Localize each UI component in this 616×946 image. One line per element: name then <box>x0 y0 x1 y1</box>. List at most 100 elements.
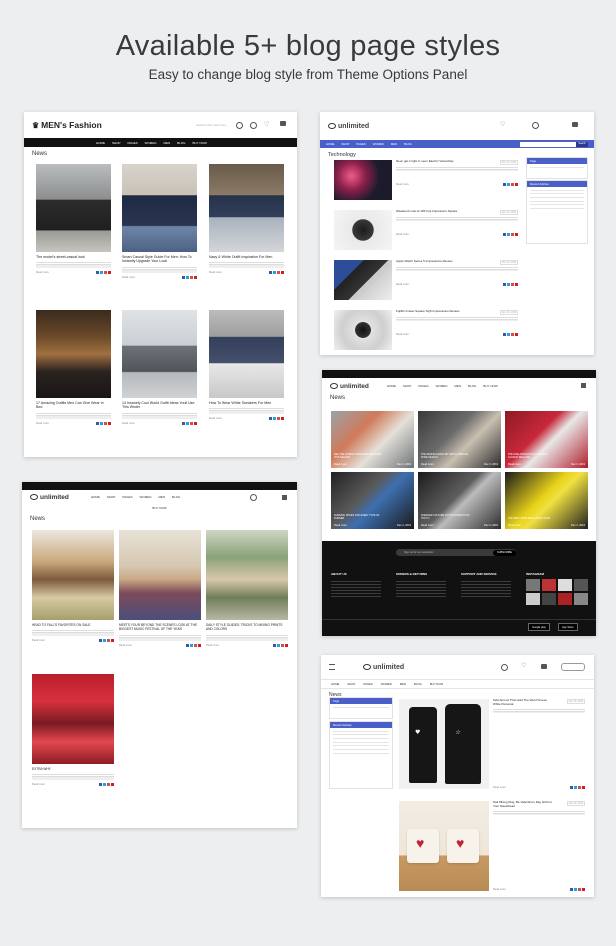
nav-item[interactable]: BLOG <box>404 142 412 146</box>
nav-item[interactable]: MEN <box>391 142 397 146</box>
post-title[interactable]: MEETS YOUR BEYOND THE SCENES LOOK AT THE… <box>119 623 201 632</box>
site-logo[interactable]: unlimited <box>328 123 369 130</box>
post-image[interactable] <box>122 310 197 398</box>
read-more-link[interactable]: Read more <box>421 463 434 466</box>
nav-women[interactable]: WOMEN <box>140 495 152 499</box>
nav-item[interactable]: SHOP <box>341 142 349 146</box>
read-more-link[interactable]: Read more <box>493 888 506 891</box>
cart-icon[interactable] <box>280 121 286 126</box>
instagram-grid[interactable] <box>526 579 588 605</box>
blog-post[interactable]: HEAD TO FALL'S FAVORITES ON SALE Read mo… <box>32 530 114 643</box>
read-more-link[interactable]: Read more <box>36 271 49 274</box>
newsletter-input[interactable]: Sign up for our newsletter <box>396 551 434 554</box>
blog-tile[interactable]: RUNNING SHOES FOR EVERY TYPE OF RUNNER R… <box>331 472 414 529</box>
search-icon[interactable] <box>250 494 257 501</box>
blog-post-row[interactable]: Apple Watch Series 5 Impressions Review … <box>334 259 518 304</box>
share-icons[interactable] <box>570 786 585 789</box>
nav-home[interactable]: HOME <box>387 384 396 388</box>
header-button[interactable] <box>561 663 585 671</box>
post-image[interactable] <box>119 530 201 620</box>
nav-men[interactable]: MEN <box>163 141 170 145</box>
search-field[interactable]: Search <box>520 141 588 147</box>
read-more-link[interactable]: Read more <box>209 271 222 274</box>
blog-tile[interactable]: THE BEST SHOE DEALS RIGHT NOW Read more D… <box>505 472 588 529</box>
blog-post[interactable]: Navy & White Outfit Inspiration For Men … <box>209 164 284 275</box>
blog-post-row[interactable]: Neon get it right in neon Electric Visua… <box>334 159 518 204</box>
nav-women[interactable]: WOMEN <box>145 141 157 145</box>
read-more-link[interactable]: Read more <box>508 524 521 527</box>
post-title[interactable]: Nail Mixing Mug, Be Valentine's Day Gift… <box>493 800 553 808</box>
tile-title[interactable]: SNEAKER CULTURE ON THE STREETS OF TOKYO <box>421 514 471 520</box>
blog-post-row[interactable]: ♥ ☆ Kids Aprons That Hold The Word Scree… <box>399 698 585 791</box>
blog-post[interactable]: 14 Insanely Cool World Outfit Ideas Youl… <box>122 310 197 425</box>
post-image[interactable]: ♥ ☆ <box>399 699 489 789</box>
account-icon[interactable] <box>501 664 508 671</box>
post-image[interactable] <box>209 164 284 252</box>
post-title[interactable]: 14 Insanely Cool World Outfit Ideas Youl… <box>122 401 197 410</box>
tile-title[interactable]: THE NIKE AIR MAX 90 IS THE NEW CLASSIC R… <box>508 453 558 459</box>
read-more-link[interactable]: Read more <box>396 283 409 286</box>
post-image[interactable] <box>36 310 111 398</box>
post-title[interactable]: How To Wear White Sneakers For Men <box>209 401 284 405</box>
read-more-link[interactable]: Read more <box>396 233 409 236</box>
site-logo[interactable]: unlimited <box>330 383 369 390</box>
post-title[interactable]: Kids Aprons That Hold The Word Screen Wh… <box>493 698 553 706</box>
nav-item[interactable]: WOMEN <box>373 142 384 146</box>
nav-item[interactable]: BUY NOW <box>430 682 443 686</box>
read-more-link[interactable]: Read more <box>206 644 219 647</box>
read-more-link[interactable]: Read more <box>493 786 506 789</box>
site-logo[interactable]: ♛ MEN's Fashion <box>32 120 102 130</box>
post-title[interactable]: DAILY STYLE GUIDES: TRICKS TO MIXING PRI… <box>206 623 288 632</box>
blog-post[interactable]: EXTRA WHY Read more <box>32 674 114 787</box>
subscribe-button[interactable]: SUBSCRIBE <box>493 549 516 556</box>
nav-men[interactable]: MEN <box>454 384 461 388</box>
app-store-badge[interactable]: App Store <box>558 623 578 631</box>
nav-item[interactable]: PAGES <box>363 682 372 686</box>
read-more-link[interactable]: Read more <box>396 183 409 186</box>
wishlist-icon[interactable]: ♡ <box>500 121 505 128</box>
post-image[interactable]: ♥ ♥ <box>399 801 489 891</box>
nav-buy-now[interactable]: BUY NOW <box>193 141 207 145</box>
nav-pages[interactable]: PAGES <box>128 141 138 145</box>
blog-post-row[interactable]: Fujifilm Instax Square SQ6 Impressions R… <box>334 309 518 354</box>
post-image[interactable] <box>32 674 114 764</box>
read-more-link[interactable]: Read more <box>122 422 135 425</box>
post-title[interactable]: The model's street-casual look <box>36 255 111 259</box>
share-icons[interactable] <box>182 275 197 279</box>
post-image[interactable] <box>32 530 114 620</box>
nav-shop[interactable]: SHOP <box>107 495 116 499</box>
search-input[interactable]: Search entire store here... <box>196 123 228 127</box>
blog-tile[interactable]: THE NEW BALANCE 997 GETS A SPECIAL SHOE … <box>418 411 501 468</box>
blog-post-row[interactable]: ♥ ♥ Nail Mixing Mug, Be Valentine's Day … <box>399 800 585 893</box>
blog-post[interactable]: 17 Amazing Outfits Men Can Give Wear In … <box>36 310 111 425</box>
search-icon[interactable] <box>236 122 243 129</box>
tile-title[interactable]: RUNNING SHOES FOR EVERY TYPE OF RUNNER <box>334 514 384 520</box>
share-icons[interactable] <box>186 643 201 647</box>
nav-pages[interactable]: PAGES <box>418 384 428 388</box>
share-icons[interactable] <box>182 421 197 425</box>
nav-blog[interactable]: BLOG <box>177 141 185 145</box>
tile-title[interactable]: SEE THE 10 BEST SNEAKERS RELEASED THIS S… <box>334 453 384 459</box>
post-image[interactable] <box>334 260 392 300</box>
post-image[interactable] <box>334 160 392 200</box>
read-more-link[interactable]: Read more <box>122 276 135 279</box>
post-image[interactable] <box>209 310 284 398</box>
post-title[interactable]: HEAD TO FALL'S FAVORITES ON SALE <box>32 623 114 627</box>
nav-item[interactable]: SHOP <box>347 682 355 686</box>
share-icons[interactable] <box>570 888 585 891</box>
post-image[interactable] <box>206 530 288 620</box>
read-more-link[interactable]: Read more <box>36 422 49 425</box>
blog-post[interactable]: DAILY STYLE GUIDES: TRICKS TO MIXING PRI… <box>206 530 288 647</box>
blog-post[interactable]: Smart Casual Style Guide For Men: How To… <box>122 164 197 279</box>
nav-women[interactable]: WOMEN <box>436 384 448 388</box>
account-icon[interactable] <box>532 122 539 129</box>
share-icons[interactable] <box>503 232 518 236</box>
post-title[interactable]: 17 Amazing Outfits Men Can Give Wear In … <box>36 401 111 410</box>
nav-home[interactable]: HOME <box>91 495 100 499</box>
blog-tile[interactable]: THE NIKE AIR MAX 90 IS THE NEW CLASSIC R… <box>505 411 588 468</box>
blog-post[interactable]: MEETS YOUR BEYOND THE SCENES LOOK AT THE… <box>119 530 201 647</box>
share-icons[interactable] <box>273 643 288 647</box>
account-icon[interactable] <box>250 122 257 129</box>
post-title[interactable]: EXTRA WHY <box>32 767 114 771</box>
share-icons[interactable] <box>99 783 114 787</box>
